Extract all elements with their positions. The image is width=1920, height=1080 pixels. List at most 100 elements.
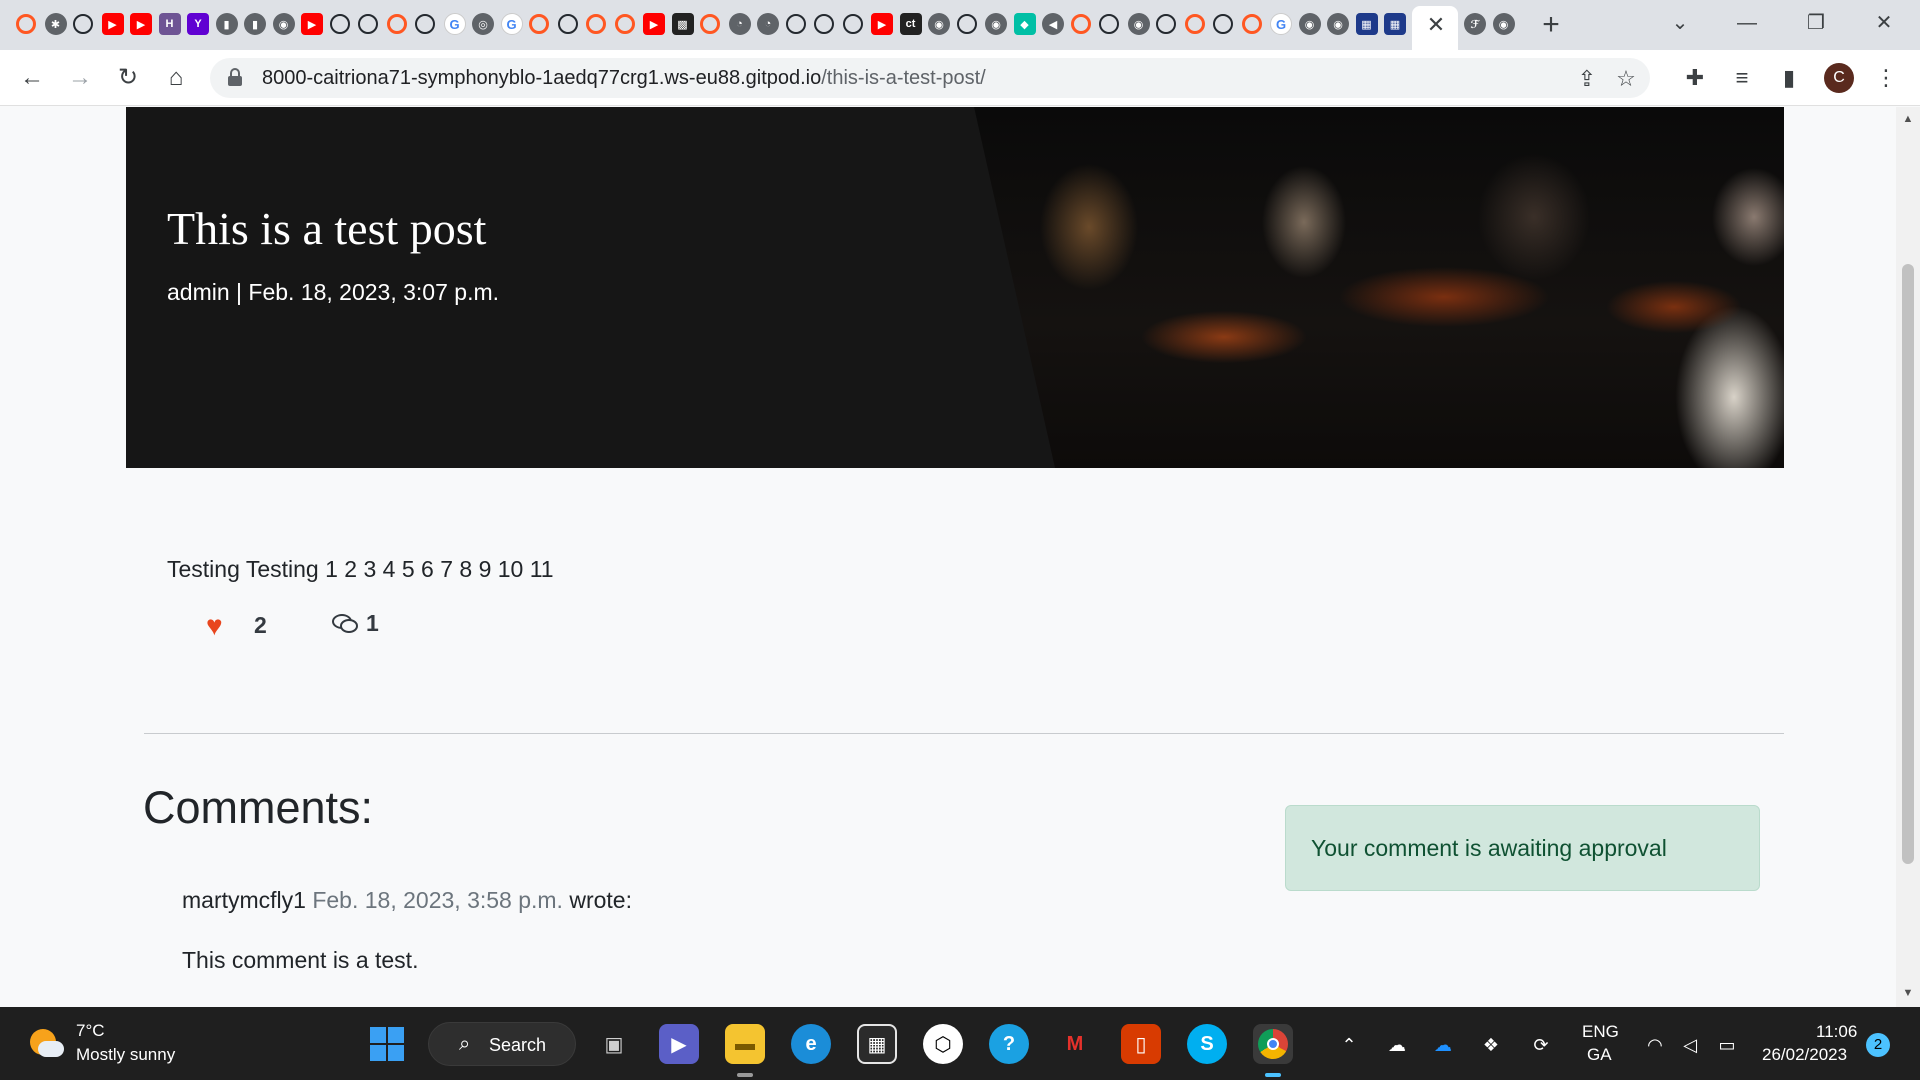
tab-favicon-icon[interactable]: ✱ [44, 13, 67, 35]
tab-favicon-icon[interactable]: ℱ [1464, 13, 1486, 35]
tab-favicon-icon[interactable]: ▶ [130, 13, 152, 35]
media-control-icon[interactable]: ≡ [1726, 62, 1758, 94]
tab-favicon-icon[interactable] [1099, 14, 1119, 34]
lock-icon[interactable] [228, 68, 242, 86]
tab-favicon-icon[interactable]: Y [187, 13, 209, 35]
tab-favicon-icon[interactable]: ▦ [1384, 13, 1406, 35]
back-icon[interactable]: ← [16, 62, 48, 94]
tab-favicon-icon[interactable]: ◔ [757, 13, 779, 35]
bookmark-star-icon[interactable]: ☆ [1611, 64, 1641, 94]
new-tab-button[interactable]: + [1536, 8, 1566, 42]
show-hidden-icons-icon[interactable]: ⌃ [1336, 1032, 1362, 1058]
heart-icon[interactable]: ♥ [206, 611, 232, 639]
tab-favicon-icon[interactable]: ◔ [728, 13, 751, 35]
app-hexagon-icon[interactable]: ⬡ [923, 1024, 963, 1064]
tab-favicon-icon[interactable] [415, 14, 435, 34]
tab-favicon-icon[interactable]: ▶ [301, 13, 323, 35]
tab-favicon-icon[interactable]: H [158, 13, 181, 35]
help-icon[interactable]: ? [989, 1024, 1029, 1064]
tab-favicon-icon[interactable] [16, 14, 36, 34]
tab-favicon-icon[interactable] [529, 14, 549, 34]
onedrive-icon[interactable]: ☁ [1384, 1032, 1410, 1058]
taskbar-search[interactable]: ⌕ Search [428, 1022, 576, 1066]
tab-favicon-icon[interactable] [814, 14, 834, 34]
tab-favicon-icon[interactable]: ◉ [1127, 13, 1150, 35]
extensions-icon[interactable]: ✚ [1679, 62, 1711, 94]
page-scrollbar[interactable]: ▲ ▼ [1896, 107, 1920, 1007]
tab-favicon-icon[interactable] [73, 14, 93, 34]
keyboard-layout[interactable]: GA [1587, 1045, 1612, 1065]
teams-chat-icon[interactable]: ▶ [659, 1024, 699, 1064]
edge-icon[interactable]: e [791, 1024, 831, 1064]
store-icon[interactable]: ▦ [857, 1024, 897, 1064]
tab-favicon-icon[interactable] [1070, 14, 1091, 34]
tab-favicon-icon[interactable]: ◉ [928, 13, 950, 35]
tab-favicon-icon[interactable]: ◉ [1327, 13, 1349, 35]
task-view-icon[interactable]: ▣ [594, 1024, 634, 1064]
tab-favicon-icon[interactable] [1213, 14, 1233, 34]
tab-favicon-icon[interactable]: ct [899, 13, 922, 35]
tab-favicon-icon[interactable]: ▩ [671, 13, 694, 35]
tab-search-icon[interactable]: ⌄ [1660, 8, 1700, 38]
tab-favicon-icon[interactable] [1241, 14, 1262, 34]
menu-icon[interactable]: ⋮ [1870, 62, 1902, 94]
tab-favicon-icon[interactable] [1184, 14, 1205, 34]
tab-favicon-icon[interactable]: ▶ [643, 13, 665, 35]
sync-icon[interactable]: ⟳ [1528, 1032, 1554, 1058]
tab-close-icon[interactable]: ✕ [1425, 12, 1447, 38]
tab-favicon-icon[interactable] [358, 14, 378, 34]
url-text[interactable]: 8000-caitriona71-symphonyblo-1aedq77crg1… [262, 67, 986, 90]
tab-favicon-icon[interactable]: ◎ [472, 13, 494, 35]
tab-favicon-icon[interactable]: ◀ [1042, 13, 1064, 35]
minimize-button[interactable]: — [1727, 8, 1767, 38]
office-icon[interactable]: ▯ [1121, 1024, 1161, 1064]
tab-favicon-icon[interactable]: G [500, 13, 523, 35]
tab-favicon-icon[interactable] [586, 14, 606, 34]
scroll-thumb[interactable] [1902, 264, 1914, 864]
tab-favicon-icon[interactable] [1156, 14, 1176, 34]
tab-favicon-icon[interactable]: ▮ [244, 13, 266, 35]
tab-favicon-icon[interactable]: ◉ [985, 13, 1007, 35]
tab-favicon-icon[interactable]: G [443, 13, 466, 35]
tab-favicon-icon[interactable]: ◉ [272, 13, 295, 35]
tab-favicon-icon[interactable]: ▦ [1355, 13, 1378, 35]
tab-favicon-icon[interactable] [700, 14, 720, 34]
tab-favicon-icon[interactable]: ◉ [1492, 13, 1515, 35]
skype-icon[interactable]: S [1187, 1024, 1227, 1064]
reload-icon[interactable]: ↻ [112, 62, 144, 94]
mcafee-icon[interactable]: M [1055, 1024, 1095, 1064]
scroll-down-arrow-icon[interactable]: ▼ [1896, 987, 1920, 999]
close-window-button[interactable]: ✕ [1864, 8, 1904, 38]
tab-favicon-icon[interactable] [386, 14, 407, 34]
chrome-icon[interactable] [1253, 1024, 1293, 1064]
battery-icon[interactable]: ▭ [1714, 1032, 1740, 1058]
scroll-up-arrow-icon[interactable]: ▲ [1896, 113, 1920, 125]
side-panel-icon[interactable]: ▮ [1773, 62, 1805, 94]
profile-avatar[interactable]: C [1824, 63, 1854, 93]
maximize-button[interactable]: ❐ [1796, 8, 1836, 38]
tab-favicon-icon[interactable]: ◆ [1013, 13, 1036, 35]
tab-favicon-icon[interactable]: ▶ [101, 13, 124, 35]
forward-icon[interactable]: → [64, 62, 96, 94]
dropbox-icon[interactable]: ❖ [1478, 1032, 1504, 1058]
file-explorer-icon[interactable]: ▬ [725, 1024, 765, 1064]
share-icon[interactable]: ⇪ [1572, 64, 1602, 94]
clock-date[interactable]: 26/02/2023 [1762, 1045, 1847, 1065]
tab-favicon-icon[interactable] [785, 14, 806, 34]
tab-favicon-icon[interactable] [842, 14, 863, 34]
volume-icon[interactable]: ◁ [1677, 1032, 1703, 1058]
home-icon[interactable]: ⌂ [160, 62, 192, 94]
tab-favicon-icon[interactable]: G [1270, 13, 1292, 35]
tab-favicon-icon[interactable] [557, 14, 578, 34]
tab-favicon-icon[interactable]: ▶ [871, 13, 893, 35]
onedrive-error-icon[interactable]: ☁ [1430, 1032, 1456, 1058]
tab-favicon-icon[interactable] [956, 14, 977, 34]
address-bar[interactable]: 8000-caitriona71-symphonyblo-1aedq77crg1… [210, 58, 1650, 98]
tab-favicon-icon[interactable] [614, 14, 635, 34]
tab-favicon-icon[interactable]: ▮ [215, 13, 238, 35]
start-button[interactable] [370, 1027, 404, 1061]
clock-time[interactable]: 11:06 [1816, 1022, 1857, 1042]
wifi-icon[interactable]: ◠ [1642, 1032, 1668, 1058]
tab-favicon-icon[interactable] [329, 14, 350, 34]
tab-favicon-icon[interactable]: ◉ [1298, 13, 1321, 35]
